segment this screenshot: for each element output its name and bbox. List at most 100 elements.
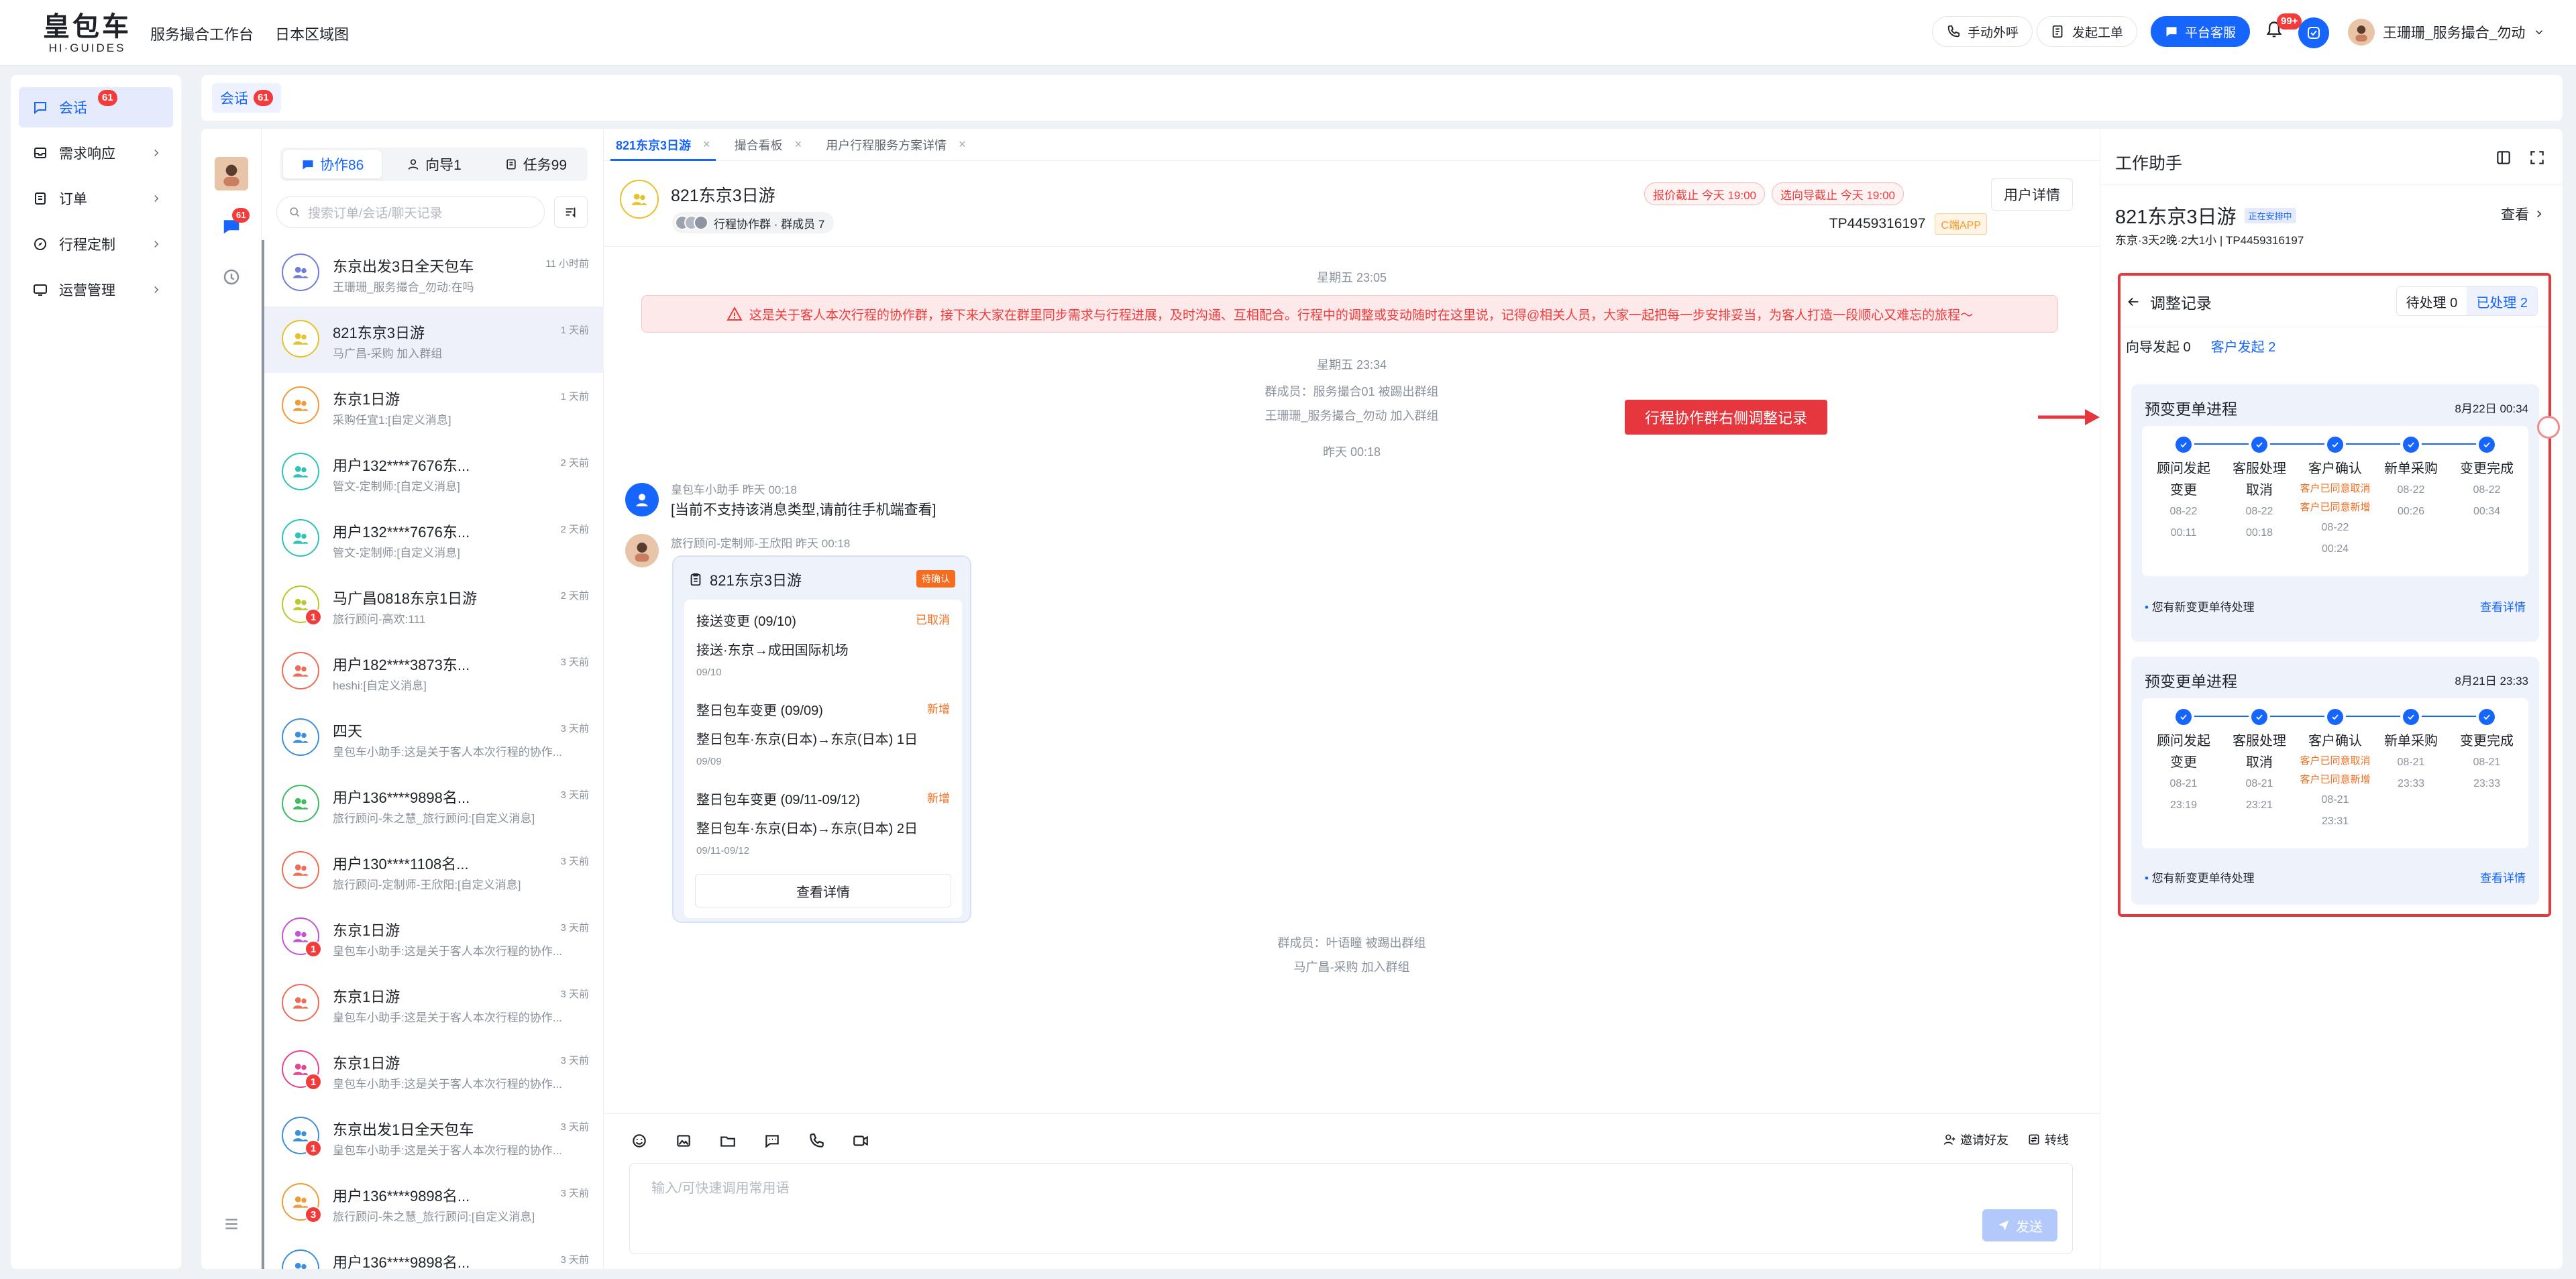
group-info[interactable]: 行程协作群 · 群成员 7: [672, 212, 835, 233]
image-icon[interactable]: [675, 1132, 692, 1150]
card-view-details-button[interactable]: 查看详情: [695, 874, 951, 907]
chat-bubble-icon: [2166, 27, 2177, 37]
group-avatar: [282, 984, 319, 1021]
list-item[interactable]: 用户130****1108名... 3 天前 旅行顾问-定制师-王欣阳:[自定义消息…: [262, 838, 603, 904]
tab-chat[interactable]: 会话 61: [212, 83, 281, 113]
list-item[interactable]: 用户136****9898名... 3 天前 旅行顾问-朱之慧_旅行顾问:[自定义消…: [262, 771, 603, 838]
list-item[interactable]: 四天 3 天前 皇包车小助手:这是关于客人本次行程的协作...: [262, 705, 603, 771]
list-item[interactable]: 3 用户136****9898名... 3 天前 旅行顾问-朱之慧_旅行顾问:[自定义…: [262, 1170, 603, 1236]
create-ticket-button[interactable]: 发起工单: [2037, 16, 2138, 47]
records-header[interactable]: 调整记录: [2126, 290, 2212, 313]
nav-japan-map[interactable]: 日本区域图: [275, 23, 349, 44]
user-avatar-icon: [223, 164, 239, 186]
user-detail-button[interactable]: 用户详情: [1991, 178, 2073, 211]
step-label: 客户确认: [2308, 461, 2362, 476]
sidebar-item-chat[interactable]: 会话 61: [19, 87, 173, 127]
annotation-callout: 行程协作群右侧调整记录: [1625, 400, 1827, 435]
conversation-time: 3 天前: [560, 1055, 589, 1066]
group-icon: [292, 797, 309, 810]
step-label: 客服处理 取消: [2233, 461, 2286, 498]
change-order-card: 821东京3日游 待确认 接送变更 (09/10) 已取消 接送·东京→成田国际机…: [672, 555, 971, 923]
rail-history-button[interactable]: [221, 267, 241, 287]
list-item[interactable]: 1 东京1日游 3 天前 皇包车小助手:这是关于客人本次行程的协作...: [262, 1037, 603, 1103]
layout-icon[interactable]: [2495, 149, 2512, 166]
tab-service-plan[interactable]: 用户行程服务方案详情 ×: [814, 129, 978, 161]
tab-pending[interactable]: 待处理 0: [2397, 287, 2467, 315]
view-details-link[interactable]: 查看详情: [2480, 598, 2526, 614]
tab-trip-chat-label: 821东京3日游: [616, 138, 692, 152]
list-item[interactable]: 用户132****7676东... 2 天前 管文-定制师:[自定义消息]: [262, 506, 603, 572]
notification-bell[interactable]: 99+: [2265, 13, 2302, 40]
unread-badge: 1: [305, 940, 322, 958]
conversation-time: 3 天前: [560, 922, 589, 934]
avatar[interactable]: [215, 157, 248, 190]
invite-friend-button[interactable]: 邀请好友: [1943, 1131, 2008, 1148]
bell-badge: 99+: [2277, 13, 2302, 30]
folder-icon[interactable]: [719, 1132, 737, 1150]
platform-service-button[interactable]: 平台客服: [2151, 16, 2251, 47]
list-item[interactable]: 1 东京出发1日全天包车 3 天前 皇包车小助手:这是关于客人本次行程的协作...: [262, 1103, 603, 1170]
phone-icon[interactable]: [808, 1132, 825, 1150]
view-details-link[interactable]: 查看详情: [2480, 869, 2526, 885]
tab-trip-chat[interactable]: 821东京3日游 ×: [604, 129, 722, 161]
tab-match-board[interactable]: 撮合看板 ×: [722, 129, 814, 161]
change-status: 已取消: [916, 614, 950, 626]
sidebar-item-itinerary[interactable]: 行程定制: [19, 224, 173, 264]
list-item[interactable]: 用户182****3873东... 3 天前 heshi:[自定义消息]: [262, 638, 603, 705]
close-icon[interactable]: ×: [795, 137, 802, 152]
search-input[interactable]: 搜索订单/会话/聊天记录: [276, 196, 545, 228]
list-item[interactable]: 用户132****7676东... 2 天前 管文-定制师:[自定义消息]: [262, 439, 603, 506]
list-item[interactable]: 东京1日游 1 天前 采购任宜1:[自定义消息]: [262, 373, 603, 439]
list-item[interactable]: 东京1日游 3 天前 皇包车小助手:这是关于客人本次行程的协作...: [262, 970, 603, 1037]
trip-view-link[interactable]: 查看: [2501, 204, 2545, 224]
tab-guide[interactable]: 向导1: [384, 150, 483, 178]
transfer-button[interactable]: 转线: [2027, 1131, 2069, 1148]
footer-text: • 您有新变更单待处理: [2145, 601, 2255, 614]
nav-workbench[interactable]: 服务撮合工作台: [150, 23, 254, 44]
logo[interactable]: 皇包车 HI·GUIDES: [43, 12, 131, 55]
send-button[interactable]: 发送: [1982, 1209, 2057, 1241]
user-name: 王珊珊_服务撮合_勿动: [2383, 25, 2526, 41]
change-status: 新增: [927, 792, 950, 805]
tab-processed[interactable]: 已处理 2: [2467, 287, 2537, 315]
emoji-icon[interactable]: [631, 1132, 648, 1150]
close-icon[interactable]: ×: [703, 137, 710, 152]
sidebar-item-demand[interactable]: 需求响应: [19, 133, 173, 173]
chat-title: 821东京3日游: [671, 186, 775, 205]
app-switch-button[interactable]: [2298, 17, 2329, 48]
conversation-name: 用户182****3873东...: [333, 657, 470, 673]
tab-task[interactable]: 任务99: [486, 150, 585, 178]
list-item[interactable]: 用户136****9898名... 3 天前: [262, 1236, 603, 1269]
footer-message: 您有新变更单待处理: [2151, 872, 2255, 885]
sidebar-item-orders[interactable]: 订单: [19, 178, 173, 219]
tab-customer-initiated[interactable]: 客户发起 2: [2211, 336, 2276, 355]
side-handle[interactable]: [2537, 416, 2560, 439]
conversation-preview: 马广昌-采购 加入群组: [333, 347, 443, 360]
chevron-right-icon: [154, 240, 159, 248]
list-item[interactable]: 1 东京1日游 3 天前 皇包车小助手:这是关于客人本次行程的协作...: [262, 904, 603, 970]
user-menu[interactable]: 王珊珊_服务撮合_勿动: [2348, 19, 2545, 46]
manual-call-button[interactable]: 手动外呼: [1932, 16, 2033, 47]
group-avatar: 1: [282, 917, 322, 958]
chat-filled-icon: [303, 160, 313, 170]
sort-icon: [566, 207, 576, 218]
close-icon[interactable]: ×: [959, 137, 966, 152]
tab-task-label: 任务99: [523, 158, 567, 173]
rail-chat-button[interactable]: 61: [221, 208, 250, 236]
expand-icon[interactable]: [2528, 149, 2546, 166]
change-head: 接送变更 (09/10): [696, 614, 796, 629]
sort-filter-button[interactable]: [554, 196, 588, 228]
order-number[interactable]: TP4459316197: [1829, 216, 1926, 232]
list-item[interactable]: 1 马广昌0818东京1日游 2 天前 旅行顾问-高欢:111: [262, 572, 603, 638]
message-input[interactable]: 输入/可快速调用常用语 发送: [629, 1163, 2073, 1254]
rail-menu-button[interactable]: [223, 1215, 240, 1233]
list-item[interactable]: 东京出发3日全天包车 11 小时前 王珊珊_服务撮合_勿动:在吗: [262, 240, 603, 307]
step-label: 变更完成: [2460, 734, 2514, 748]
sidebar-item-operations[interactable]: 运营管理: [19, 270, 173, 310]
video-icon[interactable]: [852, 1132, 869, 1150]
tab-guide-initiated[interactable]: 向导发起 0: [2126, 336, 2191, 355]
tab-collab[interactable]: 协作86: [283, 150, 382, 178]
list-item[interactable]: 821东京3日游 1 天前 马广昌-采购 加入群组: [262, 307, 603, 373]
quick-reply-icon[interactable]: [763, 1132, 781, 1150]
conversation-name: 用户132****7676东...: [333, 457, 470, 474]
